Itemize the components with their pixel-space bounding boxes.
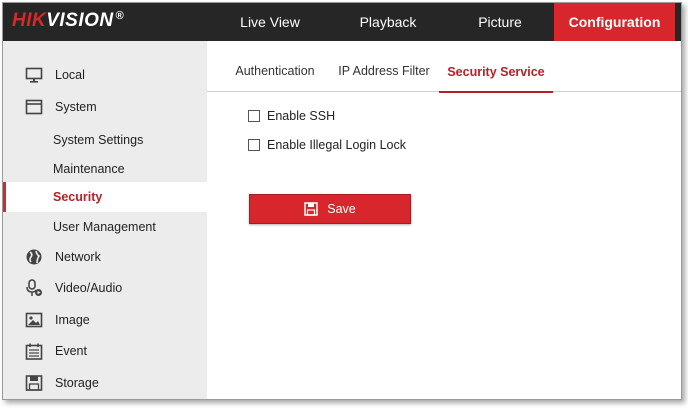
nav-playback[interactable]: Playback	[329, 3, 447, 41]
sidebar-item-label: Network	[55, 250, 101, 264]
sidebar-item-label: Image	[55, 313, 90, 327]
app-window: HIKVISION ® Live View Playback Picture Co…	[2, 2, 682, 400]
sidebar-item-storage[interactable]: Storage	[3, 368, 207, 398]
sidebar-item-maintenance[interactable]: Maintenance	[3, 154, 207, 184]
enable-illegal-login-lock-option: Enable Illegal Login Lock	[248, 138, 406, 152]
logo-registered-mark: ®	[115, 10, 125, 22]
sidebar-item-system-settings[interactable]: System Settings	[3, 125, 207, 155]
tab-ip-address-filter[interactable]: IP Address Filter	[327, 53, 441, 89]
logo-text-white: VISION	[46, 10, 114, 31]
sidebar-item-label: Security	[53, 190, 103, 204]
security-tabs: Authentication IP Address Filter Securit…	[207, 41, 681, 93]
floppy-icon	[25, 375, 43, 391]
window-icon	[25, 99, 43, 115]
tab-authentication[interactable]: Authentication	[223, 53, 327, 89]
enable-ssh-checkbox[interactable]	[248, 110, 260, 122]
logo-text-red: HIK	[12, 10, 47, 31]
sidebar-item-video-audio[interactable]: Video/Audio	[3, 273, 207, 303]
sidebar-item-label: Maintenance	[53, 162, 125, 176]
sidebar-item-local[interactable]: Local	[3, 60, 207, 90]
enable-ssh-label: Enable SSH	[267, 109, 336, 123]
sidebar-item-event[interactable]: Event	[3, 336, 207, 366]
sidebar-item-image[interactable]: Image	[3, 305, 207, 335]
globe-icon	[25, 249, 43, 265]
sidebar-item-label: System Settings	[53, 133, 144, 147]
save-button[interactable]: Save	[249, 194, 411, 224]
nav-live-view[interactable]: Live View	[211, 3, 329, 41]
tab-security-service[interactable]: Security Service	[439, 53, 553, 93]
nav-configuration[interactable]: Configuration	[554, 3, 675, 41]
sidebar: Local System System Settings Maintenance…	[3, 41, 207, 399]
calendar-icon	[25, 343, 43, 360]
sidebar-item-security[interactable]: Security	[3, 182, 207, 212]
sidebar-item-label: Local	[55, 68, 85, 82]
sidebar-item-label: System	[55, 100, 97, 114]
top-nav-bar: HIKVISION ® Live View Playback Picture Co…	[3, 3, 681, 41]
hikvision-logo: HIKVISION ®	[12, 10, 124, 32]
enable-ssh-option: Enable SSH	[248, 109, 335, 123]
sidebar-item-label: Video/Audio	[55, 281, 123, 295]
enable-illegal-login-lock-label: Enable Illegal Login Lock	[267, 138, 406, 152]
sidebar-item-user-management[interactable]: User Management	[3, 212, 207, 242]
save-icon	[304, 202, 318, 216]
sidebar-item-label: User Management	[53, 220, 156, 234]
image-icon	[25, 312, 43, 328]
nav-picture[interactable]: Picture	[447, 3, 553, 41]
monitor-icon	[25, 67, 43, 83]
mic-icon	[25, 279, 43, 296]
enable-illegal-login-lock-checkbox[interactable]	[248, 139, 260, 151]
sidebar-item-label: Storage	[55, 376, 99, 390]
sidebar-item-network[interactable]: Network	[3, 242, 207, 272]
sidebar-item-label: Event	[55, 344, 87, 358]
save-button-label: Save	[327, 202, 356, 216]
sidebar-item-system[interactable]: System	[3, 92, 207, 122]
